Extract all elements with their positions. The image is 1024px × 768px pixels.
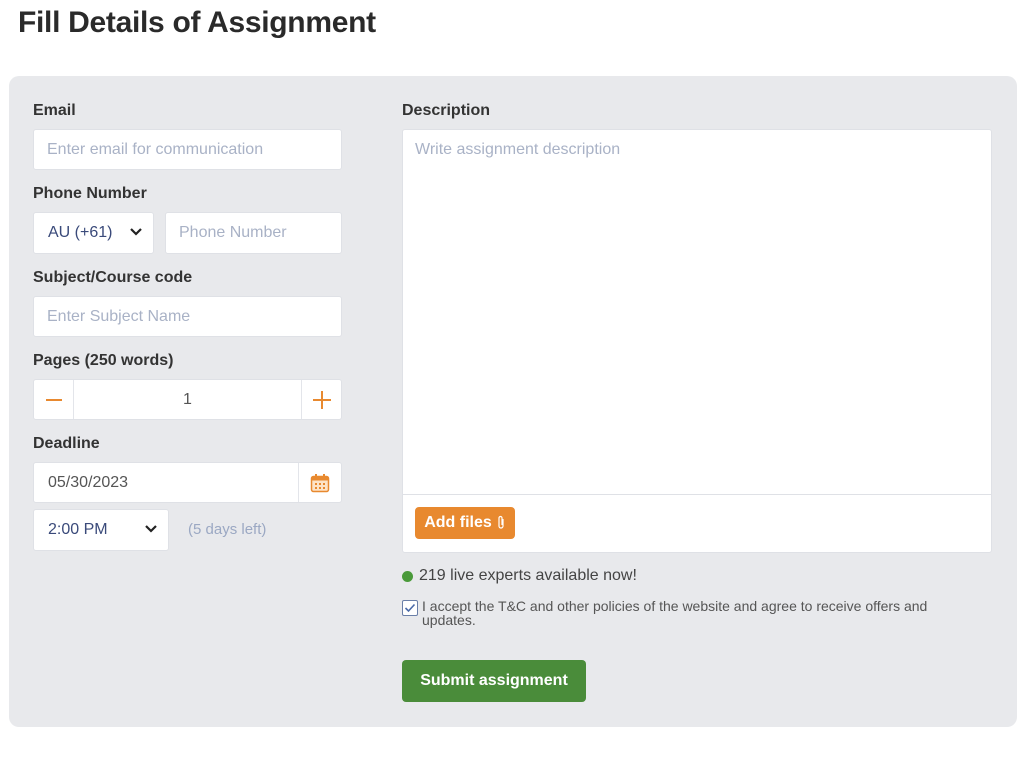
email-input[interactable] (34, 130, 341, 169)
live-experts-text: 219 live experts available now! (419, 567, 637, 584)
country-code-select[interactable]: AU (+61) (33, 212, 154, 254)
description-label: Description (402, 102, 491, 119)
deadline-time-select[interactable]: 2:00 PM (33, 509, 169, 551)
deadline-date-box: 05/30/2023 (33, 462, 342, 503)
add-files-button[interactable]: Add files (415, 507, 515, 539)
description-textarea[interactable] (403, 130, 991, 494)
email-field-box (33, 129, 342, 170)
checkmark-icon (404, 603, 416, 613)
phone-number-input[interactable] (166, 213, 341, 253)
days-left-text: (5 days left) (188, 521, 267, 538)
page-title: Fill Details of Assignment (18, 6, 376, 39)
chevron-down-icon (130, 228, 142, 236)
pages-label: Pages (250 words) (33, 352, 174, 369)
subject-label: Subject/Course code (33, 269, 193, 286)
calendar-button[interactable] (298, 463, 341, 502)
live-experts-status: 219 live experts available now! (402, 567, 637, 585)
online-dot-icon (402, 570, 413, 582)
chevron-down-icon (145, 525, 157, 533)
calendar-icon (310, 473, 330, 492)
deadline-label: Deadline (33, 435, 100, 452)
pages-stepper: 1 (33, 379, 342, 420)
add-files-label: Add files (424, 514, 492, 531)
terms-text: I accept the T&C and other policies of t… (422, 598, 928, 628)
subject-input[interactable] (34, 297, 341, 336)
paperclip-icon (498, 515, 504, 529)
phone-field-box (165, 212, 342, 254)
phone-label: Phone Number (33, 185, 147, 202)
terms-checkbox[interactable] (402, 600, 418, 616)
increment-button[interactable] (301, 380, 341, 419)
email-label: Email (33, 102, 76, 119)
deadline-time-value: 2:00 PM (48, 521, 108, 538)
pages-value[interactable]: 1 (74, 380, 301, 419)
subject-field-box (33, 296, 342, 337)
country-code-value: AU (+61) (48, 224, 113, 241)
minus-icon (45, 398, 62, 401)
plus-icon (312, 390, 331, 409)
description-divider (403, 494, 991, 495)
submit-assignment-button[interactable]: Submit assignment (402, 660, 586, 702)
description-box: Add files (402, 129, 992, 553)
deadline-date-input[interactable]: 05/30/2023 (48, 474, 128, 492)
terms-row: I accept the T&C and other policies of t… (402, 599, 982, 627)
decrement-button[interactable] (34, 380, 74, 419)
